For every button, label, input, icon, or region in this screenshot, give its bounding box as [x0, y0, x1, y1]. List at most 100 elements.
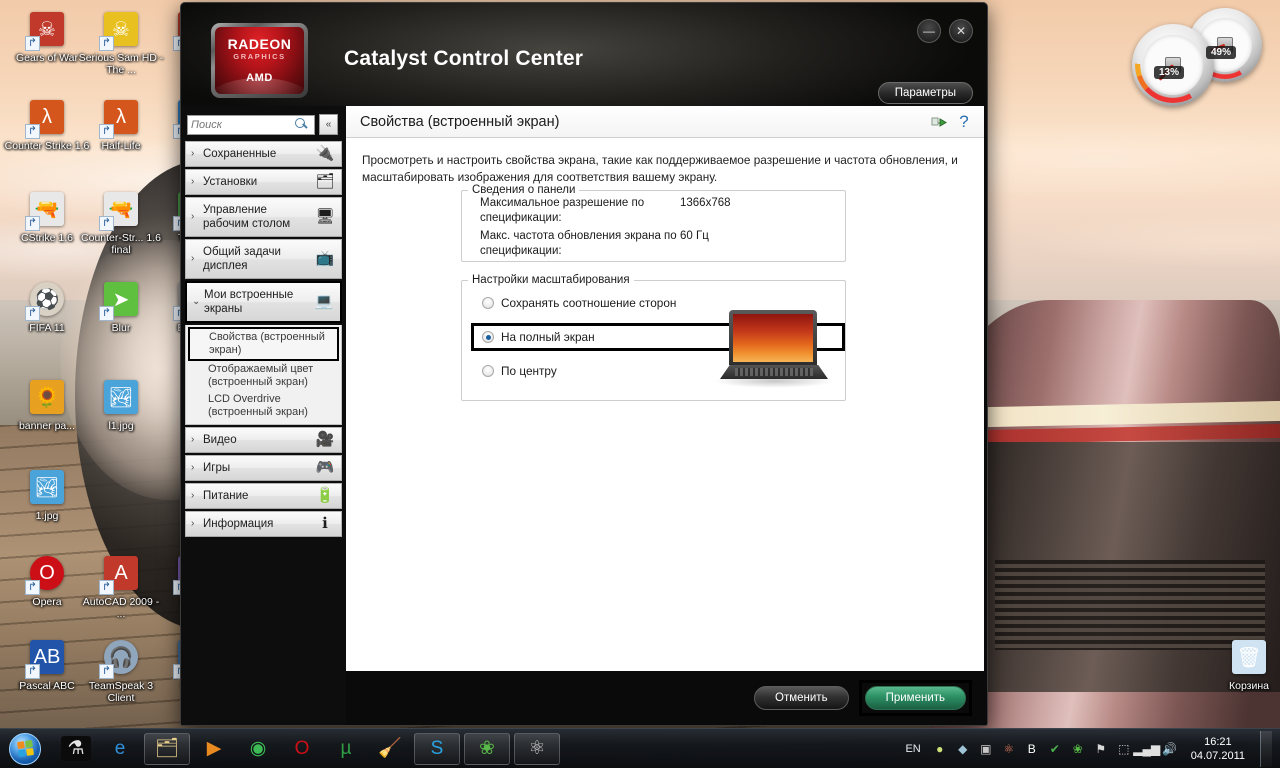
- cpu-ram-gadget[interactable]: 49% 13%: [1132, 6, 1268, 106]
- collapse-sidebar-button[interactable]: «: [319, 114, 338, 135]
- sidebar-item-питание[interactable]: › Питание 🔋: [185, 483, 342, 509]
- windows-explorer-glyph: 🗂: [154, 738, 180, 759]
- taskbar-skype-icon[interactable]: S: [414, 732, 460, 765]
- volume-icon[interactable]: 🔊: [1162, 741, 1178, 757]
- amd-radeon-logo: RADEON GRAPHICS AMD: [211, 23, 308, 98]
- profile-icon[interactable]: [929, 112, 949, 132]
- chevron-icon: ›: [191, 176, 195, 187]
- clock[interactable]: 16:21 04.07.2011: [1185, 735, 1253, 763]
- page-description: Просмотреть и настроить свойства экрана,…: [362, 153, 958, 184]
- chevron-icon: ›: [191, 148, 195, 159]
- sidebar-item-label: Сохраненные: [203, 148, 277, 160]
- cpu-gauge-face: [1143, 35, 1203, 95]
- sidebar-item-icon: 💻: [314, 293, 334, 310]
- cancel-button[interactable]: Отменить: [754, 686, 849, 710]
- sidebar-subitem[interactable]: LCD Overdrive (встроенный экран): [186, 391, 341, 421]
- taskbar-windows-explorer-icon[interactable]: 🗂: [144, 732, 190, 765]
- shortcut-arrow-icon: ↱: [25, 664, 40, 679]
- sidebar-item-установки[interactable]: › Установки 🗂: [185, 169, 342, 195]
- cpu-meter[interactable]: [1132, 24, 1214, 106]
- punto-switcher-icon[interactable]: В: [1024, 741, 1040, 757]
- scaling-option[interactable]: Сохранять соотношение сторон: [482, 296, 845, 310]
- taskbar-utorrent-icon[interactable]: µ: [326, 733, 366, 765]
- taskbar-molecule-app-icon[interactable]: ⚛: [514, 732, 560, 765]
- sidebar-item-информация[interactable]: › Информация ℹ: [185, 511, 342, 537]
- skype-glyph: S: [430, 738, 444, 759]
- desktop-icon[interactable]: 🏞 1.jpg: [4, 466, 90, 522]
- chevron-icon: ›: [191, 211, 195, 222]
- pic-icon: 🌻: [26, 376, 68, 418]
- chevron-icon: ⌄: [192, 296, 201, 307]
- sidebar-item-игры[interactable]: › Игры 🎮: [185, 455, 342, 481]
- taskbar-opera-icon[interactable]: O: [282, 733, 322, 765]
- desktop-icon[interactable]: 🏞 l1.jpg: [78, 376, 164, 432]
- laptop-preview-icon: [714, 310, 834, 390]
- molecule-tray-icon[interactable]: ⚛: [1001, 741, 1017, 757]
- language-indicator[interactable]: EN: [905, 743, 920, 755]
- taskbar-ccleaner-icon[interactable]: 🧹: [370, 733, 410, 765]
- signal-bars-icon[interactable]: ▂▄▆: [1133, 741, 1160, 757]
- close-button[interactable]: ✕: [949, 19, 973, 43]
- clock-date: 04.07.2011: [1190, 749, 1245, 762]
- taskbar-steam-icon[interactable]: ⚗: [56, 733, 96, 765]
- taskbar-google-chrome-icon[interactable]: ◉: [238, 733, 278, 765]
- sidebar-item-мои-встроенные-экраны[interactable]: ⌄ Мои встроенные экраны 💻: [185, 281, 342, 323]
- desktop-icon[interactable]: 🗑 Корзина: [1206, 636, 1280, 692]
- ccleaner-glyph: 🧹: [378, 738, 402, 759]
- nvidia-tray-icon[interactable]: ●: [932, 741, 948, 757]
- main-header: Свойства (встроенный экран) ?: [346, 106, 984, 138]
- flag-action-center-icon[interactable]: ⚑: [1093, 741, 1109, 757]
- search-icon[interactable]: [295, 118, 308, 131]
- burst-icon: ☠ ↱: [99, 8, 142, 51]
- options-button[interactable]: Параметры: [877, 82, 973, 104]
- catalyst-control-center-window[interactable]: RADEON GRAPHICS AMD Catalyst Control Cen…: [180, 2, 988, 726]
- google-chrome-glyph: ◉: [249, 738, 267, 759]
- search-row: «: [187, 114, 342, 135]
- help-icon[interactable]: ?: [954, 112, 974, 132]
- shortcut-arrow-icon: ↱: [99, 124, 114, 139]
- sq-icon: 🔫 ↱: [25, 188, 68, 231]
- radio-button[interactable]: [482, 297, 494, 309]
- sidebar-item-сохраненные[interactable]: › Сохраненные 🔌: [185, 141, 342, 167]
- settings-content: Сведения о панели Максимальное разрешени…: [346, 184, 984, 671]
- icq-tray-icon[interactable]: ❀: [1070, 741, 1086, 757]
- chevron-icon: ›: [191, 253, 195, 264]
- taskbar-buttons: ⚗ e 🗂 ▶ ◉ Oµ 🧹 S ❀ ⚛: [56, 732, 560, 765]
- sidebar-item-label: Информация: [203, 518, 274, 530]
- sidebar-item-icon: 📺: [315, 250, 335, 267]
- winamp-tray-icon[interactable]: ◆: [955, 741, 971, 757]
- internet-explorer-glyph: e: [114, 738, 126, 759]
- apply-button[interactable]: Применить: [864, 686, 966, 710]
- sidebar-subitem[interactable]: Свойства (встроенный экран): [188, 327, 339, 361]
- taskbar-icq-icon[interactable]: ❀: [464, 732, 510, 765]
- radio-button[interactable]: [482, 365, 494, 377]
- safely-remove-icon[interactable]: ⬚: [1116, 741, 1132, 757]
- opera-icon: O ↱: [25, 552, 68, 595]
- sidebar-subitem[interactable]: Отображаемый цвет (встроенный экран): [186, 361, 341, 391]
- utorrent-glyph: µ: [340, 738, 352, 759]
- antivirus-shield-icon[interactable]: ✔: [1047, 741, 1063, 757]
- network-monitor-icon[interactable]: ▣: [978, 741, 994, 757]
- search-input[interactable]: [191, 118, 295, 131]
- panel-info-value: 1366x768: [680, 197, 731, 209]
- shortcut-arrow-icon: ↱: [25, 306, 40, 321]
- sidebar-item-видео[interactable]: › Видео 🎥: [185, 427, 342, 453]
- logo-brand-text: RADEON: [227, 36, 292, 52]
- radio-button[interactable]: [482, 331, 494, 343]
- shortcut-arrow-icon: ↱: [99, 580, 114, 595]
- media-player-glyph: ▶: [206, 738, 222, 759]
- icq-glyph: ❀: [479, 738, 495, 759]
- sidebar-nav-top: › Сохраненные 🔌 › Установки 🗂 › Управление рабо…: [185, 141, 342, 323]
- show-desktop-button[interactable]: [1260, 730, 1272, 767]
- taskbar-internet-explorer-icon[interactable]: e: [100, 733, 140, 765]
- search-box[interactable]: [187, 114, 315, 135]
- pic-icon: 🏞: [100, 376, 142, 418]
- start-button[interactable]: [0, 730, 50, 768]
- sidebar-nav-bottom: › Видео 🎥 › Игры 🎮 › Питание 🔋 › Информация ℹ: [185, 427, 342, 537]
- window-titlebar[interactable]: RADEON GRAPHICS AMD Catalyst Control Cen…: [181, 3, 987, 106]
- sidebar-item-общий-задачи-дисплея[interactable]: › Общий задачи дисплея 📺: [185, 239, 342, 279]
- circ-icon: 🎧 ↱: [99, 636, 142, 679]
- taskbar-media-player-icon[interactable]: ▶: [194, 733, 234, 765]
- minimize-button[interactable]: —: [917, 19, 941, 43]
- sidebar-item-управление-рабочим-столо[interactable]: › Управление рабочим столом 🖥: [185, 197, 342, 237]
